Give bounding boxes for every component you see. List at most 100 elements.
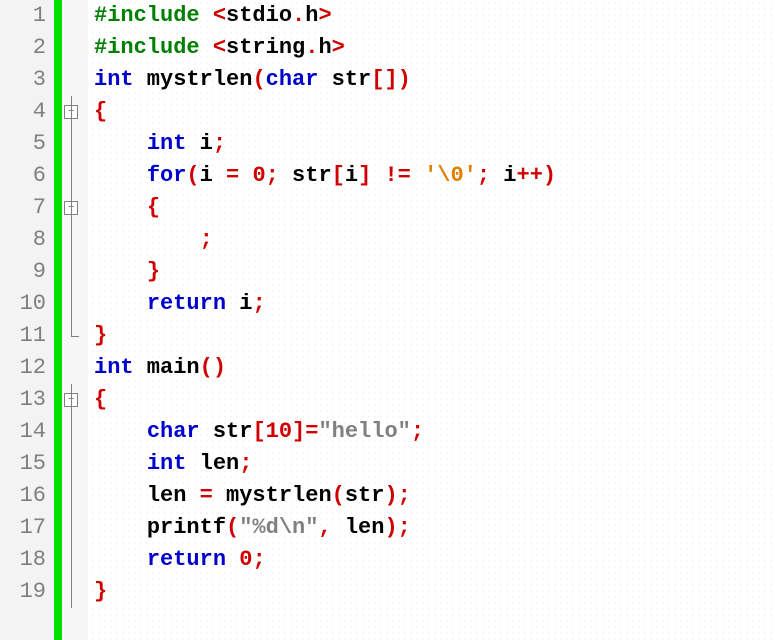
fold-cell — [54, 256, 88, 288]
token: { — [94, 99, 107, 124]
token: ; — [200, 227, 213, 252]
code-line[interactable]: 15 int len; — [0, 448, 775, 480]
token: i — [503, 163, 516, 188]
token: []) — [371, 67, 411, 92]
line-number: 5 — [0, 128, 54, 160]
code-line[interactable]: 1 #include <stdio.h> — [0, 0, 775, 32]
code-line[interactable]: 5 int i; — [0, 128, 775, 160]
token: #include — [94, 35, 213, 60]
token: return — [147, 547, 226, 572]
fold-cell: − — [54, 192, 88, 224]
token: . — [292, 3, 305, 28]
token: len — [345, 515, 385, 540]
code-text[interactable]: } — [88, 256, 775, 288]
token: () — [200, 355, 226, 380]
token: for — [147, 163, 187, 188]
code-line[interactable]: 11} — [0, 320, 775, 352]
code-text[interactable]: ; — [88, 224, 775, 256]
line-number: 7 — [0, 192, 54, 224]
token: ; — [252, 291, 265, 316]
line-number: 17 — [0, 512, 54, 544]
token: ] != — [358, 163, 424, 188]
token: > — [332, 35, 345, 60]
line-number: 9 — [0, 256, 54, 288]
code-line[interactable]: 8 ; — [0, 224, 775, 256]
code-text[interactable]: len = mystrlen(str); — [88, 480, 775, 512]
code-text[interactable]: { — [88, 96, 775, 128]
token: int — [94, 67, 134, 92]
token: ; — [239, 451, 252, 476]
code-text[interactable]: #include <string.h> — [88, 32, 775, 64]
token: printf — [147, 515, 226, 540]
code-text[interactable]: } — [88, 576, 775, 608]
line-number: 4 — [0, 96, 54, 128]
code-editor[interactable]: 1#include <stdio.h>2#include <string.h>3… — [0, 0, 775, 640]
token: ; — [411, 419, 424, 444]
fold-cell — [54, 480, 88, 512]
fold-cell — [54, 288, 88, 320]
token: = — [200, 483, 226, 508]
fold-cell — [54, 320, 88, 352]
code-line[interactable]: 19} — [0, 576, 775, 608]
fold-cell — [54, 448, 88, 480]
code-text[interactable]: #include <stdio.h> — [88, 0, 775, 32]
code-line[interactable]: 12int main() — [0, 352, 775, 384]
token: = — [226, 163, 252, 188]
token: 10 — [266, 419, 292, 444]
line-number: 8 — [0, 224, 54, 256]
code-text[interactable]: int len; — [88, 448, 775, 480]
token: main — [134, 355, 200, 380]
code-line[interactable]: 4−{ — [0, 96, 775, 128]
code-line[interactable]: 13−{ — [0, 384, 775, 416]
token: i — [186, 131, 212, 156]
code-line[interactable]: 6 for(i = 0; str[i] != '\0'; i++) — [0, 160, 775, 192]
token: . — [305, 35, 318, 60]
token: } — [147, 259, 160, 284]
code-text[interactable]: { — [88, 384, 775, 416]
token: string — [226, 35, 305, 60]
token: ( — [332, 483, 345, 508]
code-line[interactable]: 3 int mystrlen(char str[]) — [0, 64, 775, 96]
code-line[interactable]: 16 len = mystrlen(str); — [0, 480, 775, 512]
code-text[interactable]: char str[10]="hello"; — [88, 416, 775, 448]
code-rows: 1#include <stdio.h>2#include <string.h>3… — [0, 0, 775, 608]
token: len — [186, 451, 239, 476]
line-number: 2 — [0, 32, 54, 64]
fold-cell — [54, 352, 88, 384]
code-line[interactable]: 9 } — [0, 256, 775, 288]
code-text[interactable]: return 0; — [88, 544, 775, 576]
token: mystrlen — [226, 483, 332, 508]
code-line[interactable]: 18 return 0; — [0, 544, 775, 576]
token: ( — [226, 515, 239, 540]
token — [226, 547, 239, 572]
token: char — [147, 419, 200, 444]
code-text[interactable]: int i; — [88, 128, 775, 160]
token: int — [94, 355, 134, 380]
code-line[interactable]: 7− { — [0, 192, 775, 224]
code-line[interactable]: 14 char str[10]="hello"; — [0, 416, 775, 448]
token: "%d\n" — [239, 515, 318, 540]
code-line[interactable]: 2 #include <string.h> — [0, 32, 775, 64]
token: char — [266, 67, 319, 92]
code-line[interactable]: 10 return i; — [0, 288, 775, 320]
token: 0 — [252, 163, 265, 188]
line-number: 1 — [0, 0, 54, 32]
token: < — [213, 35, 226, 60]
code-text[interactable]: for(i = 0; str[i] != '\0'; i++) — [88, 160, 775, 192]
code-text[interactable]: } — [88, 320, 775, 352]
token: ; — [252, 547, 265, 572]
code-line[interactable]: 17 printf("%d\n", len); — [0, 512, 775, 544]
fold-cell: − — [54, 384, 88, 416]
code-text[interactable]: { — [88, 192, 775, 224]
token: h — [305, 3, 318, 28]
fold-cell — [54, 128, 88, 160]
fold-cell — [54, 64, 88, 96]
code-text[interactable]: printf("%d\n", len); — [88, 512, 775, 544]
code-text[interactable]: int main() — [88, 352, 775, 384]
code-text[interactable]: int mystrlen(char str[]) — [88, 64, 775, 96]
token: h — [318, 35, 331, 60]
token: ( — [186, 163, 199, 188]
line-number: 3 — [0, 64, 54, 96]
code-text[interactable]: return i; — [88, 288, 775, 320]
fold-cell — [54, 0, 88, 32]
